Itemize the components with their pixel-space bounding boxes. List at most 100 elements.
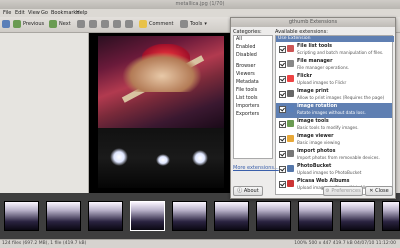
zoom-100-button[interactable] bbox=[113, 19, 121, 29]
next-button[interactable]: Next bbox=[49, 19, 71, 29]
browser-button[interactable] bbox=[2, 19, 10, 29]
thumbnail[interactable] bbox=[172, 201, 207, 231]
window-title: metallica.jpg (1/70) bbox=[0, 0, 400, 9]
more-extensions-link[interactable]: More extensions... bbox=[233, 165, 279, 171]
zoom-100-icon bbox=[113, 20, 121, 28]
about-button[interactable]: ⓘ About bbox=[233, 186, 263, 196]
photo-guitar bbox=[122, 52, 202, 92]
menu-go[interactable]: Go bbox=[41, 10, 48, 16]
extension-description: Scripting and batch manipulation of file… bbox=[297, 50, 384, 55]
zoom-fit-button[interactable] bbox=[101, 19, 109, 29]
zoom-in-button[interactable] bbox=[77, 19, 85, 29]
thumbnail-selected[interactable] bbox=[130, 201, 165, 231]
extension-name: Image viewer bbox=[297, 134, 334, 139]
menu-file[interactable]: File bbox=[3, 10, 11, 16]
category-viewers[interactable]: Viewers bbox=[236, 72, 255, 77]
menu-bar: File Edit View Go Bookmarks Help bbox=[0, 9, 400, 17]
extension-row[interactable]: PhotoBucket Upload images to PhotoBucket bbox=[276, 163, 392, 178]
category-exporters[interactable]: Exporters bbox=[236, 112, 259, 117]
fullscreen-button[interactable] bbox=[125, 19, 133, 29]
preferences-button[interactable]: ⚙ Preferences bbox=[323, 186, 363, 196]
extension-icon bbox=[287, 105, 294, 112]
fullscreen-icon bbox=[125, 20, 133, 28]
category-browser[interactable]: Browser bbox=[236, 64, 255, 69]
extension-icon bbox=[287, 45, 294, 52]
extension-checkbox[interactable] bbox=[279, 106, 286, 113]
browser-icon bbox=[2, 20, 10, 28]
arrow-left-icon bbox=[13, 20, 21, 28]
category-enabled[interactable]: Enabled bbox=[236, 45, 255, 50]
thumbnail[interactable] bbox=[340, 201, 375, 231]
category-list-tools[interactable]: List tools bbox=[236, 96, 258, 101]
extension-checkbox[interactable] bbox=[279, 151, 286, 158]
thumbnail[interactable] bbox=[88, 201, 123, 231]
extension-name: Picasa Web Albums bbox=[297, 179, 350, 184]
comment-button[interactable]: Comment bbox=[139, 19, 174, 29]
extension-checkbox[interactable] bbox=[279, 121, 286, 128]
thumbnail[interactable] bbox=[4, 201, 39, 231]
extension-icon bbox=[287, 135, 294, 142]
extension-row[interactable]: File manager File manager operations. bbox=[276, 58, 392, 73]
zoom-out-button[interactable] bbox=[89, 19, 97, 29]
stage-light bbox=[156, 154, 170, 166]
extension-row[interactable]: Flickr Upload images to Flickr bbox=[276, 73, 392, 88]
extension-name: Image rotation bbox=[297, 104, 338, 109]
zoom-fit-icon bbox=[101, 20, 109, 28]
thumbnail[interactable] bbox=[298, 201, 333, 231]
extension-row[interactable]: Image viewer Basic image viewing bbox=[276, 133, 392, 148]
category-list: All Enabled Disabled Browser Viewers Met… bbox=[233, 35, 273, 159]
extension-checkbox[interactable] bbox=[279, 166, 286, 173]
extension-icon bbox=[287, 90, 294, 97]
zoom-out-icon bbox=[89, 20, 97, 28]
extension-row[interactable]: Import photos Import photos from removabl… bbox=[276, 148, 392, 163]
arrow-right-icon bbox=[49, 20, 57, 28]
extension-icon bbox=[287, 120, 294, 127]
menu-view[interactable]: View bbox=[28, 10, 40, 16]
extension-icon bbox=[287, 75, 294, 82]
thumbnail[interactable] bbox=[214, 201, 249, 231]
category-disabled[interactable]: Disabled bbox=[236, 53, 257, 58]
extension-name: Flickr bbox=[297, 74, 312, 79]
extension-description: Basic image viewing bbox=[297, 140, 340, 145]
thumbnail[interactable] bbox=[256, 201, 291, 231]
extension-checkbox[interactable] bbox=[279, 91, 286, 98]
close-button[interactable]: ✕ Close bbox=[365, 186, 393, 196]
zoom-in-icon bbox=[77, 20, 85, 28]
dialog-title: gthumb Extensions bbox=[231, 18, 395, 27]
extension-name: File manager bbox=[297, 59, 333, 64]
extension-checkbox[interactable] bbox=[279, 46, 286, 53]
extension-row[interactable]: Image tools Basic tools to modify images. bbox=[276, 118, 392, 133]
thumbnail[interactable] bbox=[46, 201, 81, 231]
menu-edit[interactable]: Edit bbox=[15, 10, 25, 16]
extension-name: File list tools bbox=[297, 44, 332, 49]
extension-description: File manager operations. bbox=[297, 65, 350, 70]
extension-row[interactable]: File list tools Scripting and batch manip… bbox=[276, 43, 392, 58]
extension-checkbox[interactable] bbox=[279, 61, 286, 68]
extension-name: Import photos bbox=[297, 149, 336, 154]
stage-light bbox=[110, 148, 128, 166]
tools-label: Tools bbox=[190, 21, 203, 27]
extensions-dialog: gthumb Extensions Categories: Available … bbox=[230, 17, 396, 199]
previous-button[interactable]: Previous bbox=[13, 19, 44, 29]
menu-bookmarks[interactable]: Bookmarks bbox=[51, 10, 79, 16]
extension-name: PhotoBucket bbox=[297, 164, 332, 169]
tools-button[interactable]: Tools ▾ bbox=[180, 19, 207, 29]
extension-row[interactable]: Image print Allow to print images (Requir… bbox=[276, 88, 392, 103]
extension-list-header: Use Extension bbox=[276, 36, 394, 42]
extension-description: Upload images to PhotoBucket bbox=[297, 170, 362, 175]
category-all[interactable]: All bbox=[234, 37, 272, 44]
category-file-tools[interactable]: File tools bbox=[236, 88, 257, 93]
extension-checkbox[interactable] bbox=[279, 76, 286, 83]
photo-stage bbox=[98, 128, 224, 188]
filmstrip bbox=[0, 193, 400, 239]
extension-checkbox[interactable] bbox=[279, 181, 286, 188]
menu-help[interactable]: Help bbox=[76, 10, 87, 16]
stage-light bbox=[192, 150, 208, 166]
extension-icon bbox=[287, 150, 294, 157]
extension-checkbox[interactable] bbox=[279, 136, 286, 143]
category-metadata[interactable]: Metadata bbox=[236, 80, 259, 85]
extension-row[interactable]: Image rotation Rotate images without data… bbox=[276, 103, 392, 118]
category-importers[interactable]: Importers bbox=[236, 104, 259, 109]
thumbnail[interactable] bbox=[382, 201, 400, 231]
extension-description: Import photos from removable devices. bbox=[297, 155, 380, 160]
